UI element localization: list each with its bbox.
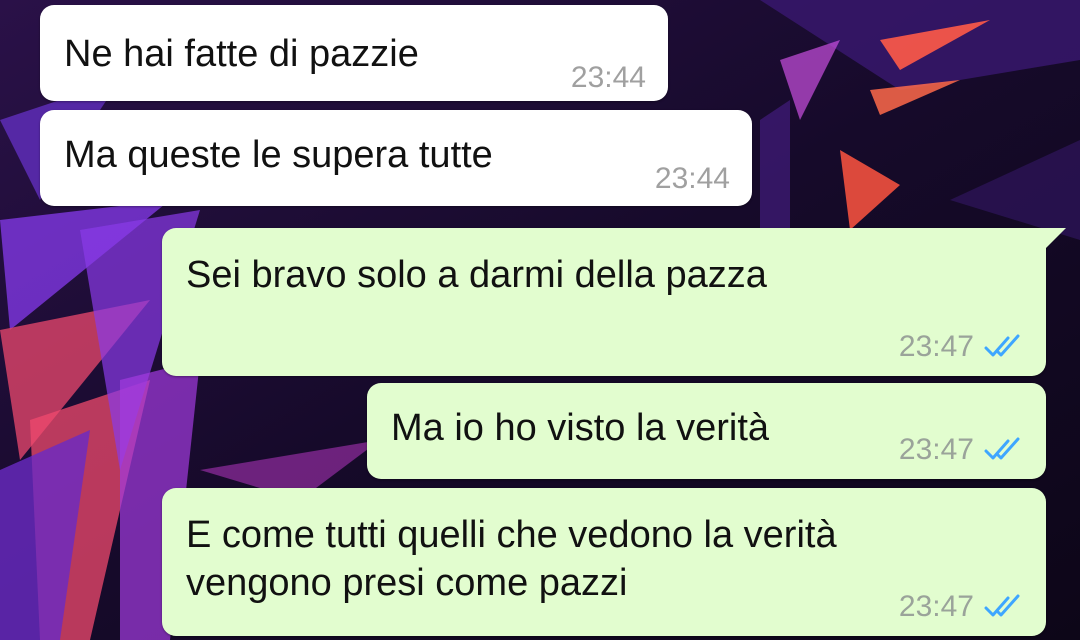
message-time: 23:47 <box>898 330 974 363</box>
message-meta: 23:47 <box>899 324 1024 370</box>
message-text: Ne hai fatte di pazzie <box>64 33 419 75</box>
double-check-icon <box>984 334 1020 357</box>
message-time: 23:44 <box>654 162 730 195</box>
message-bubble-outgoing[interactable]: Sei bravo solo a darmi della pazza 23:47 <box>162 228 1066 376</box>
message-timestamp: 23:44 <box>571 55 646 101</box>
message-meta: 23:47 <box>899 427 1024 473</box>
message-time: 23:44 <box>570 61 646 94</box>
message-bubble-incoming[interactable]: Ma queste le supera tutte 23:44 <box>40 110 752 206</box>
message-bubble-outgoing[interactable]: Ma io ho visto la verità 23:47 <box>367 383 1046 479</box>
message-time: 23:47 <box>898 590 974 623</box>
double-check-icon <box>984 437 1020 460</box>
bubble-tail <box>1044 228 1066 250</box>
message-time: 23:47 <box>898 433 974 466</box>
message-text-line-1: E come tutti quelli che vedono la verità <box>186 514 837 556</box>
message-meta: 23:47 <box>899 584 1024 630</box>
message-bubble-outgoing[interactable]: E come tutti quelli che vedono la verità… <box>162 488 1046 636</box>
message-text: Sei bravo solo a darmi della pazza <box>186 254 767 296</box>
double-check-icon <box>984 594 1020 617</box>
message-text: Ma queste le supera tutte <box>64 134 493 176</box>
message-text-line-2: vengono presi come pazzi <box>186 562 628 604</box>
message-text: Ma io ho visto la verità <box>391 407 770 449</box>
message-bubble-incoming[interactable]: Ne hai fatte di pazzie 23:44 <box>40 5 668 101</box>
message-timestamp: 23:44 <box>655 156 730 202</box>
